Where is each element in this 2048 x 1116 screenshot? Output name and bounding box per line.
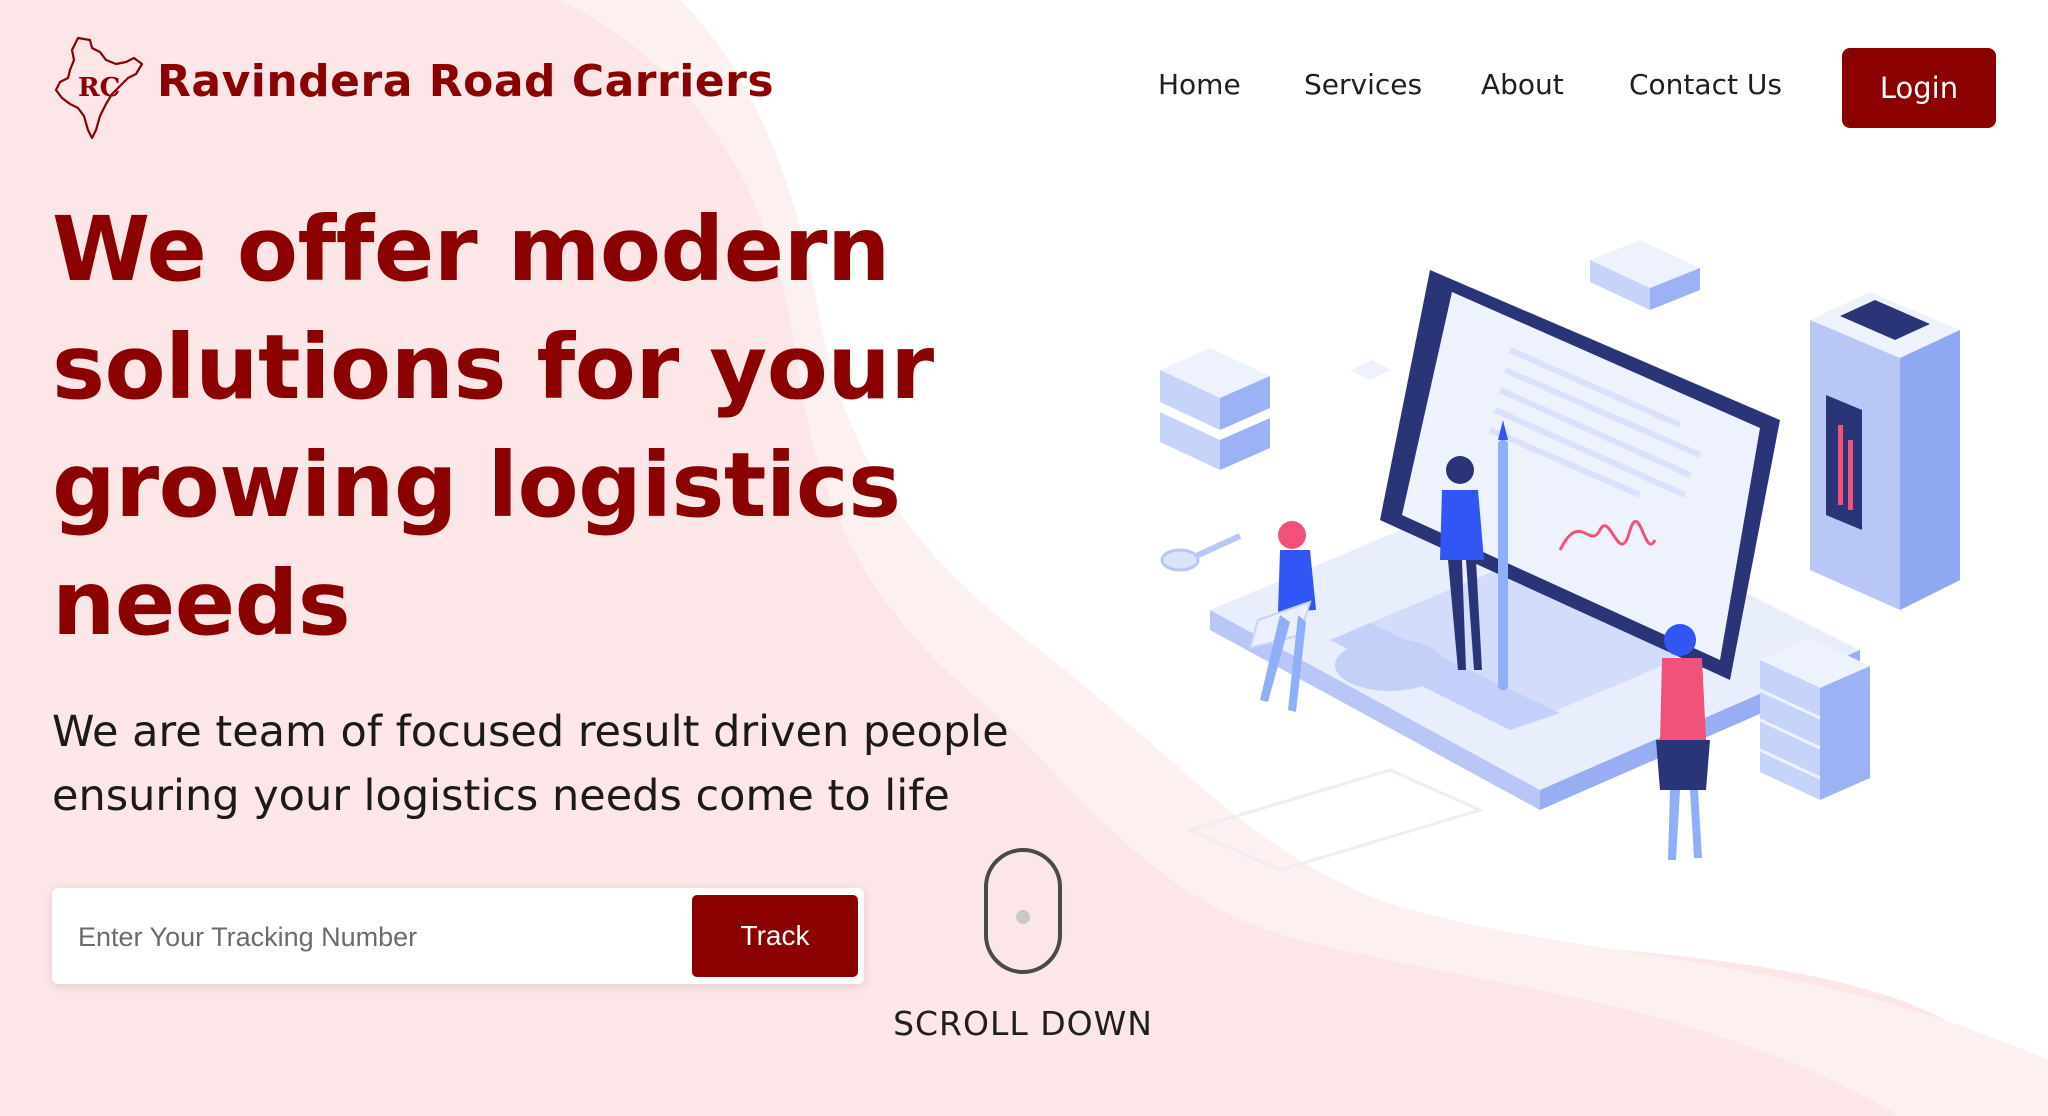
nav-home-link[interactable]: Home [1158, 68, 1241, 101]
scroll-down-indicator[interactable]: SCROLL DOWN [870, 846, 1176, 1046]
standing-woman-illustration [1656, 624, 1710, 860]
server-tower-illustration [1810, 292, 1960, 610]
server-top-illustration [1590, 240, 1700, 310]
nav-contact-link[interactable]: Contact Us [1629, 68, 1782, 101]
logo-monogram: RC [78, 73, 120, 103]
tracking-form: Track [52, 888, 864, 984]
hero-illustration [1160, 240, 1960, 872]
hero-title: We offer modern solutions for your growi… [52, 197, 934, 655]
login-button[interactable]: Login [1842, 48, 1996, 128]
nav-about-link[interactable]: About [1481, 68, 1564, 101]
nav-services-link[interactable]: Services [1304, 68, 1422, 101]
site-header: RC Ravindera Road Carriers Home Services… [0, 0, 2048, 180]
scroll-down-label: SCROLL DOWN [893, 1004, 1153, 1043]
mouse-scroll-icon [984, 848, 1062, 974]
tracking-number-input[interactable] [78, 912, 718, 962]
server-stack-left-illustration [1160, 348, 1270, 470]
hero-subtitle: We are team of focused result driven peo… [52, 707, 1009, 821]
server-stack-right-illustration [1759, 638, 1870, 800]
mouse-wheel-dot [1016, 910, 1030, 924]
india-map-logo-icon[interactable]: RC [50, 34, 150, 144]
key-illustration [1160, 533, 1242, 572]
track-button[interactable]: Track [692, 895, 858, 977]
brand-name[interactable]: Ravindera Road Carriers [157, 56, 774, 107]
